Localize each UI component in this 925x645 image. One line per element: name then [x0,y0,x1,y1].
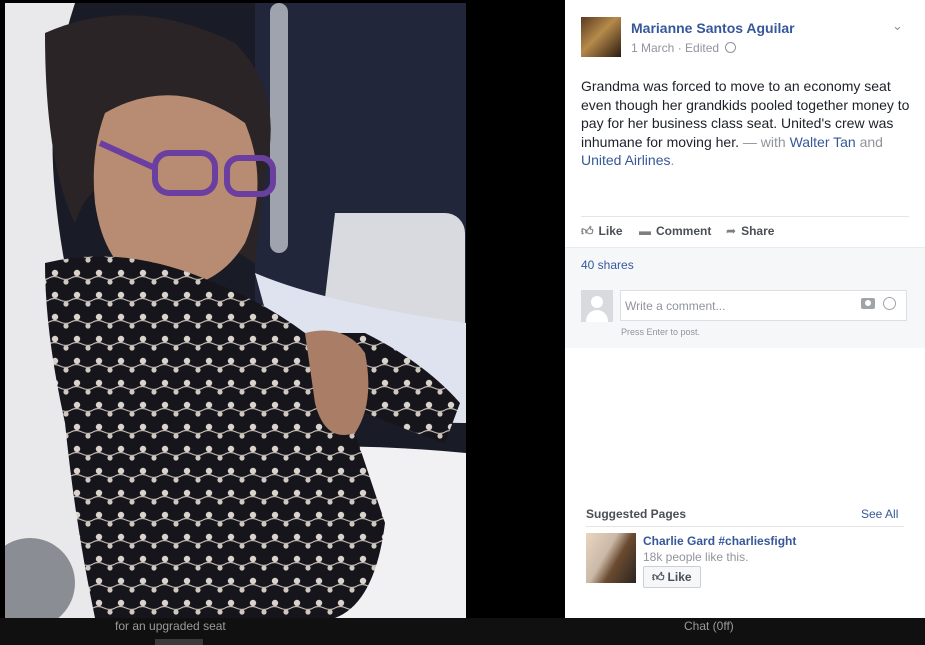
tagged-walter-tan[interactable]: Walter Tan [790,134,856,150]
speech-bubble-icon: ▬ [639,224,651,238]
meta-separator: · [677,41,682,55]
scroll-bar [155,639,203,645]
smiley-icon[interactable] [883,297,896,310]
tagged-united-airlines[interactable]: United Airlines [581,152,671,168]
see-all-link[interactable]: See All [861,507,898,521]
like-label: Like [598,224,623,238]
period: . [670,152,675,168]
camera-icon[interactable] [861,298,875,309]
suggested-page-likes: 18k people like this. [643,550,749,564]
photo-viewer [0,0,565,618]
globe-icon[interactable] [725,42,737,53]
post-body: Grandma was forced to move to an economy… [581,77,916,170]
post-date[interactable]: 1 March [631,41,674,55]
share-button[interactable]: ➦ Share [726,224,774,238]
background-headline-text: for an upgraded seat [115,619,226,633]
and-text: and [855,133,883,150]
post-sidebar: Marianne Santos Aguilar 1 March · Edited… [565,0,925,618]
share-arrow-icon: ➦ [726,224,737,238]
comment-button[interactable]: ▬ Comment [639,224,711,238]
comment-hint: Press Enter to post. [621,327,701,337]
like-page-button[interactable]: 👍︎ Like [643,566,701,588]
with-prefix: — with [738,133,790,150]
like-page-label: Like [667,570,692,584]
commenter-avatar [581,290,613,322]
divider [581,216,909,217]
suggested-page-photo[interactable] [586,533,636,583]
share-label: Share [741,224,775,238]
comment-input[interactable]: Write a comment... [620,290,907,321]
comments-section: 40 shares Write a comment... Press Enter… [565,247,925,348]
author-name[interactable]: Marianne Santos Aguilar [631,20,795,36]
edited-label[interactable]: Edited [685,41,719,55]
chevron-down-icon[interactable]: ⌄ [892,18,903,34]
post-photo[interactable] [5,3,466,618]
shares-count[interactable]: 40 shares [581,258,634,272]
author-avatar[interactable] [581,17,621,57]
comment-label: Comment [656,224,712,238]
thumbs-up-icon: 👍︎ [652,570,665,584]
suggested-pages-title: Suggested Pages [586,507,687,521]
comment-placeholder: Write a comment... [625,299,726,313]
suggested-page-name[interactable]: Charlie Gard #charliesfight [643,534,796,548]
post-meta: 1 March · Edited [631,41,737,55]
like-button[interactable]: 👍︎ Like [581,224,623,239]
thumbs-up-icon: 👍︎ [581,224,594,238]
bottom-strip: for an upgraded seat Chat (0ff) [0,618,925,645]
chat-status[interactable]: Chat (0ff) [684,619,734,633]
divider [586,526,904,527]
